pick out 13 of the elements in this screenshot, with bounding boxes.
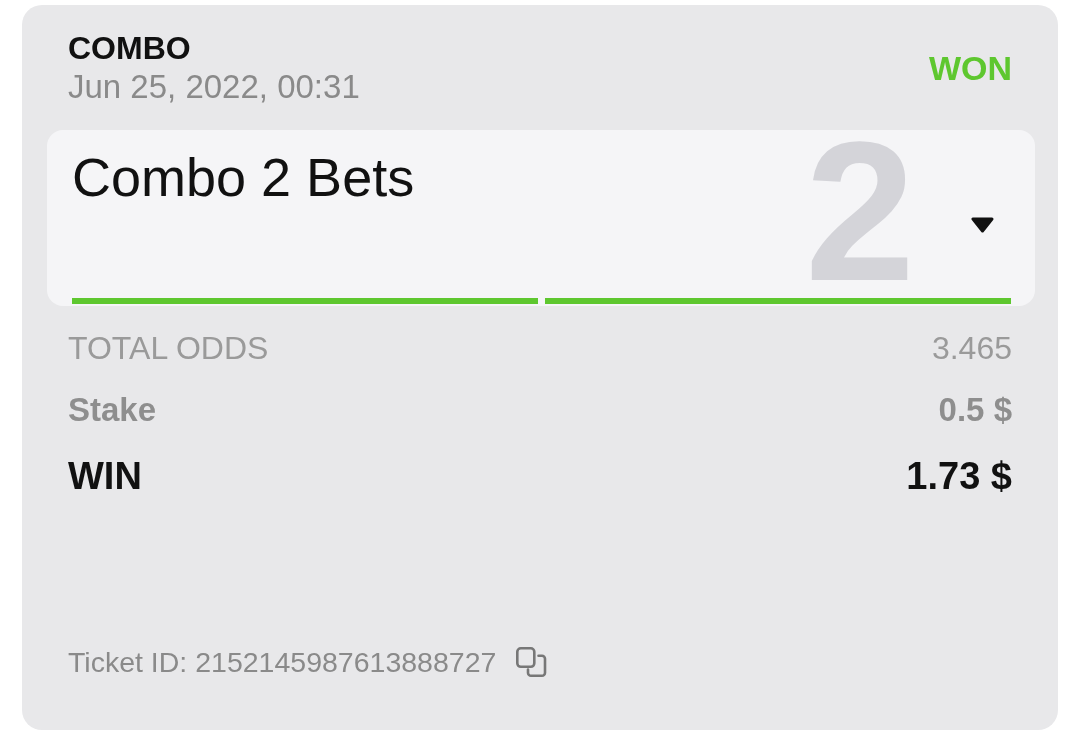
summary-value: 0.5 $ [938,391,1012,429]
summary-label: TOTAL ODDS [68,329,269,367]
copy-icon[interactable] [516,647,548,677]
status-label: WON [928,48,1012,88]
summary-label: Stake [68,391,157,429]
bet-date: Jun 25, 2022, 00:31 [68,68,360,106]
bet-type-label: COMBO [68,30,192,66]
caret-icon[interactable] [971,217,994,233]
summary-value: 1.73 $ [906,454,1012,498]
summary-label: WIN [68,454,142,498]
summary-value: 3.465 [931,329,1012,367]
ticket-id: Ticket ID: 2152145987613888727 [68,645,497,679]
combo-title: Combo 2 Bets [72,146,415,209]
